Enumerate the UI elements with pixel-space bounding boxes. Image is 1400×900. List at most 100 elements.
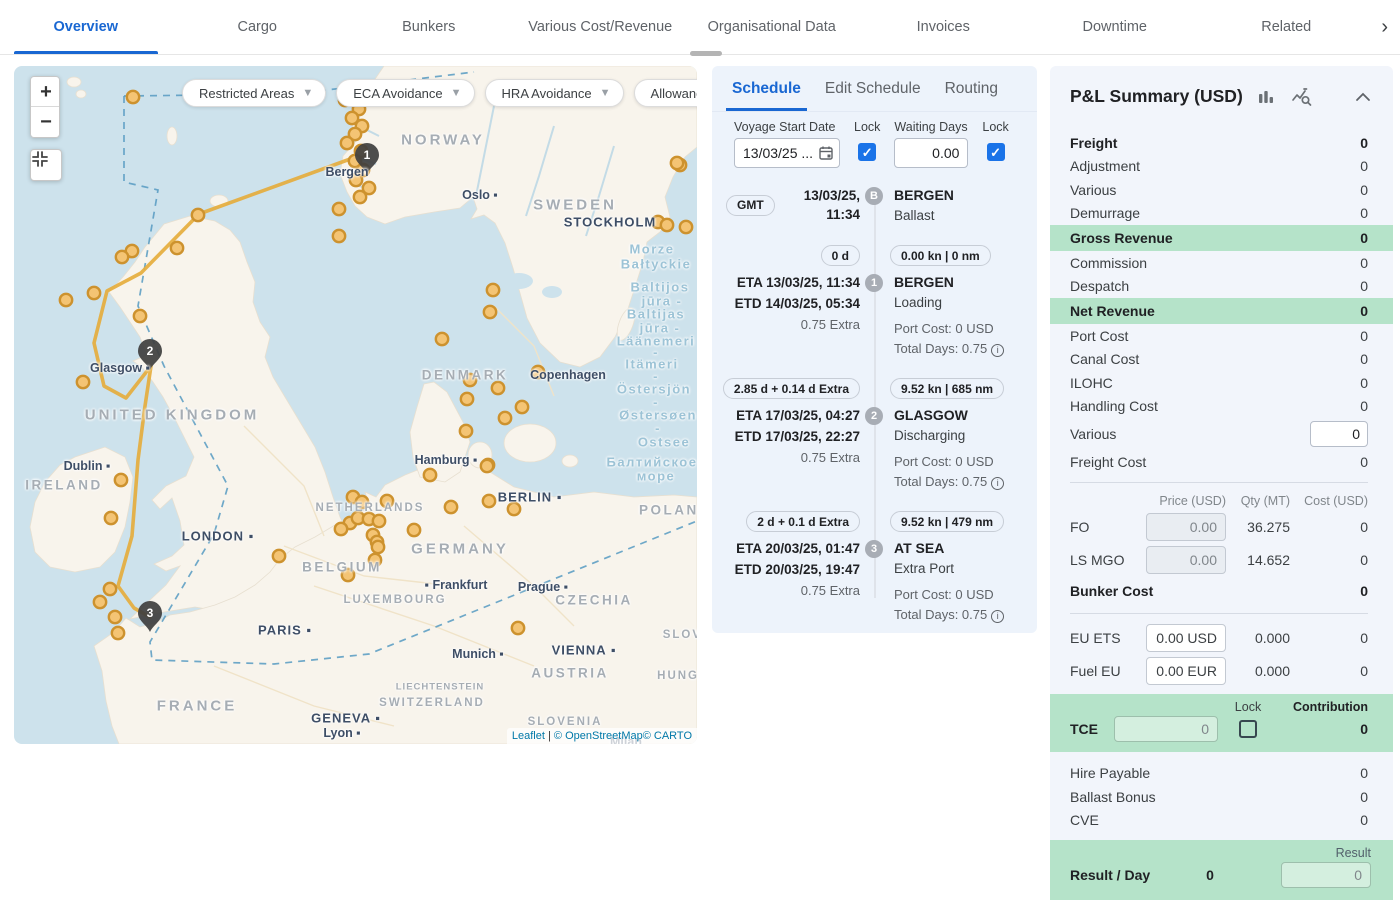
port-marker[interactable] bbox=[109, 611, 121, 623]
timeline-stop-discharging[interactable]: ETA 17/03/25, 04:27 ETD 17/03/25, 22:27 … bbox=[726, 406, 1029, 491]
port-marker[interactable] bbox=[483, 495, 495, 507]
chevron-down-icon: ▼ bbox=[302, 87, 313, 99]
various-cost-input[interactable] bbox=[1310, 421, 1368, 447]
port-marker[interactable] bbox=[112, 627, 124, 639]
port-marker[interactable] bbox=[464, 374, 476, 386]
port-marker[interactable] bbox=[342, 569, 354, 581]
port-marker[interactable] bbox=[335, 523, 347, 535]
info-icon[interactable] bbox=[991, 477, 1004, 490]
port-marker[interactable] bbox=[105, 512, 117, 524]
port-marker[interactable] bbox=[88, 287, 100, 299]
pnl-row-ballast-bonus: Ballast Bonus0 bbox=[1050, 785, 1393, 809]
port-marker[interactable] bbox=[532, 366, 544, 378]
tab-downtime[interactable]: Downtime bbox=[1029, 0, 1201, 54]
tab-invoices[interactable]: Invoices bbox=[858, 0, 1030, 54]
port-marker[interactable] bbox=[356, 496, 368, 508]
timeline-stop-loading[interactable]: ETA 13/03/25, 11:34 ETD 14/03/25, 05:34 … bbox=[726, 273, 1029, 358]
info-icon[interactable] bbox=[991, 610, 1004, 623]
port-marker[interactable] bbox=[436, 333, 448, 345]
voyage-start-lock-checkbox[interactable]: ✓ bbox=[858, 143, 876, 161]
voyage-map[interactable]: 123 NORWAYSWEDENDENMARKUNITED KINGDOMIRE… bbox=[14, 66, 697, 744]
port-marker[interactable] bbox=[445, 501, 457, 513]
filter-restricted-areas[interactable]: Restricted Areas ▼ bbox=[182, 79, 326, 107]
port-marker[interactable] bbox=[77, 376, 89, 388]
port-marker[interactable] bbox=[333, 203, 345, 215]
result-section: Result Result / Day 0 bbox=[1050, 840, 1393, 900]
zoom-out-button[interactable]: − bbox=[31, 107, 60, 137]
carto-link[interactable]: © CARTO bbox=[643, 730, 692, 742]
port-marker[interactable] bbox=[487, 284, 499, 296]
waiting-days-lock-checkbox[interactable]: ✓ bbox=[987, 143, 1005, 161]
collapse-panel-chevron-icon[interactable] bbox=[1355, 89, 1371, 105]
port-marker[interactable] bbox=[508, 503, 520, 515]
port-marker[interactable] bbox=[461, 393, 473, 405]
filter-allowance[interactable]: Allowance ▼ bbox=[634, 79, 697, 107]
pnl-row-cve: CVE0 bbox=[1050, 809, 1393, 833]
port-marker[interactable] bbox=[512, 622, 524, 634]
info-icon[interactable] bbox=[991, 344, 1004, 357]
port-marker[interactable] bbox=[192, 209, 204, 221]
pnl-row-various: Various0 bbox=[1050, 178, 1393, 202]
pnl-row-gross-revenue: Gross Revenue0 bbox=[1050, 225, 1393, 251]
port-marker[interactable] bbox=[134, 310, 146, 322]
chevron-right-icon[interactable]: › bbox=[1375, 0, 1394, 55]
tce-lock-checkbox[interactable]: ✓ bbox=[1239, 720, 1257, 738]
stop-extra: 0.75 Extra bbox=[726, 315, 860, 334]
result-input bbox=[1281, 862, 1371, 888]
port-marker[interactable] bbox=[671, 157, 683, 169]
port-marker[interactable] bbox=[516, 401, 528, 413]
port-marker[interactable] bbox=[350, 174, 362, 186]
port-marker[interactable] bbox=[171, 242, 183, 254]
port-marker[interactable] bbox=[372, 541, 384, 553]
port-marker[interactable] bbox=[408, 524, 420, 536]
port-marker[interactable] bbox=[460, 425, 472, 437]
port-marker[interactable] bbox=[104, 583, 116, 595]
port-marker[interactable] bbox=[273, 550, 285, 562]
timeline-stop-extra-port[interactable]: ETA 20/03/25, 01:47 ETD 20/03/25, 19:47 … bbox=[726, 539, 1029, 624]
port-marker[interactable] bbox=[661, 219, 673, 231]
port-marker[interactable] bbox=[369, 554, 381, 566]
port-marker[interactable] bbox=[373, 515, 385, 527]
zoom-in-button[interactable]: + bbox=[31, 77, 60, 107]
tab-related[interactable]: Related bbox=[1201, 0, 1373, 54]
tab-bunkers[interactable]: Bunkers bbox=[343, 0, 515, 54]
tab-edit-schedule[interactable]: Edit Schedule bbox=[825, 66, 921, 111]
tab-various-cost-revenue[interactable]: Various Cost/Revenue bbox=[515, 0, 687, 54]
waiting-days-input[interactable] bbox=[894, 138, 968, 168]
filter-eca-avoidance[interactable]: ECA Avoidance ▼ bbox=[336, 79, 474, 107]
timeline-stop-ballast[interactable]: GMT13/03/25, 11:34 B BERGEN Ballast bbox=[726, 186, 1029, 225]
map-canvas[interactable]: 123 bbox=[14, 66, 697, 744]
port-marker[interactable] bbox=[381, 495, 393, 507]
osm-link[interactable]: © OpenStreetMap bbox=[554, 730, 643, 742]
port-marker[interactable] bbox=[499, 412, 511, 424]
leaflet-link[interactable]: Leaflet bbox=[512, 730, 545, 742]
eu-ets-input[interactable] bbox=[1146, 624, 1226, 652]
port-marker[interactable] bbox=[333, 230, 345, 242]
filter-hra-avoidance[interactable]: HRA Avoidance ▼ bbox=[485, 79, 624, 107]
fuel-eu-input[interactable] bbox=[1146, 657, 1226, 685]
port-marker[interactable] bbox=[116, 251, 128, 263]
tab-routing[interactable]: Routing bbox=[945, 66, 998, 111]
tab-overview[interactable]: Overview bbox=[0, 0, 172, 54]
tab-schedule[interactable]: Schedule bbox=[732, 66, 801, 111]
tab-cargo[interactable]: Cargo bbox=[172, 0, 344, 54]
port-marker[interactable] bbox=[94, 596, 106, 608]
port-marker[interactable] bbox=[492, 382, 504, 394]
port-marker[interactable] bbox=[127, 91, 139, 103]
analytics-search-icon[interactable] bbox=[1291, 87, 1313, 107]
filter-label: ECA Avoidance bbox=[353, 86, 442, 101]
port-marker[interactable] bbox=[354, 191, 366, 203]
port-marker[interactable] bbox=[60, 294, 72, 306]
port-marker[interactable] bbox=[481, 460, 493, 472]
tab-organisational-data[interactable]: Organisational Data bbox=[686, 0, 858, 54]
bar-chart-icon[interactable] bbox=[1257, 87, 1275, 107]
port-marker[interactable] bbox=[484, 306, 496, 318]
port-marker[interactable] bbox=[424, 469, 436, 481]
tab-scrollbar[interactable] bbox=[690, 51, 722, 56]
port-marker[interactable] bbox=[680, 221, 692, 233]
port-marker[interactable] bbox=[341, 137, 353, 149]
calendar-icon[interactable] bbox=[818, 145, 834, 166]
port-marker[interactable] bbox=[115, 474, 127, 486]
map-collapse-button[interactable] bbox=[30, 149, 62, 181]
svg-text:2: 2 bbox=[147, 344, 154, 358]
